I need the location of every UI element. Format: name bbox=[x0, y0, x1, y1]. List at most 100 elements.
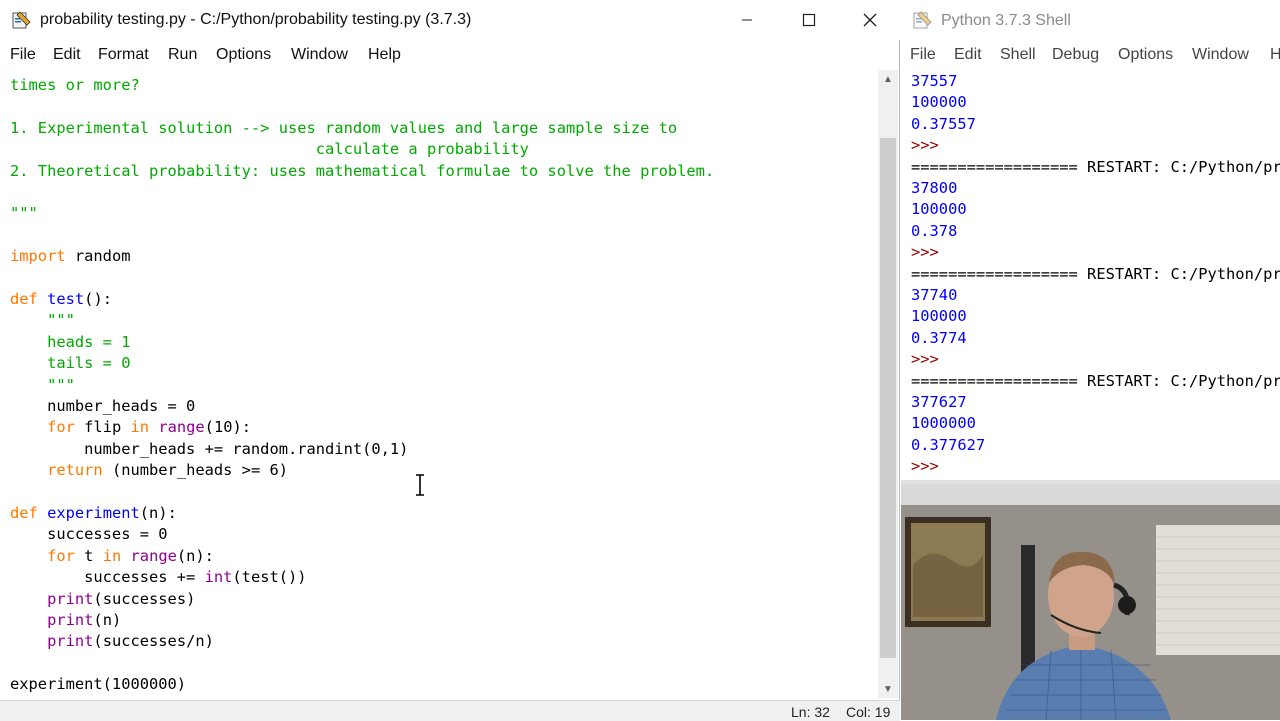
minimize-button[interactable] bbox=[724, 6, 770, 34]
code-line[interactable]: for flip in range(10): bbox=[10, 417, 251, 438]
code-editor[interactable]: times or more? 1. Experimental solution -… bbox=[0, 70, 876, 700]
code-line[interactable]: number_heads = 0 bbox=[10, 396, 195, 417]
shell-output-line: 1000000 bbox=[911, 414, 976, 433]
editor-title: probability testing.py - C:/Python/proba… bbox=[40, 11, 472, 28]
code-token: experiment bbox=[47, 504, 140, 522]
maximize-icon bbox=[802, 13, 816, 27]
code-line[interactable]: 1. Experimental solution --> uses random… bbox=[10, 118, 677, 139]
code-token: (successes/n) bbox=[93, 632, 214, 651]
code-line[interactable]: def experiment(n): bbox=[10, 503, 177, 524]
maximize-button[interactable] bbox=[786, 6, 832, 34]
shell-prompt: >>> bbox=[911, 136, 939, 155]
code-token: def bbox=[10, 290, 38, 308]
scroll-up-icon[interactable]: ▲ bbox=[878, 70, 898, 88]
shell-output-line: 100000 bbox=[911, 200, 967, 219]
code-line[interactable]: calculate a probability bbox=[10, 139, 529, 160]
code-token: in bbox=[102, 546, 122, 565]
close-button[interactable] bbox=[847, 6, 893, 34]
code-token: range bbox=[130, 546, 177, 565]
code-line[interactable]: def test(): bbox=[10, 289, 112, 310]
code-token: (): bbox=[84, 290, 112, 308]
shell-restart-line: ================== RESTART: C:/Python/pr… bbox=[911, 371, 1280, 390]
shell-menu-edit[interactable]: Edit bbox=[954, 46, 982, 64]
code-line[interactable]: times or more? bbox=[10, 75, 140, 96]
code-token: 2. Theoretical probability: uses mathema… bbox=[10, 161, 715, 180]
code-line[interactable]: print(successes) bbox=[10, 589, 195, 610]
scroll-thumb[interactable] bbox=[880, 138, 896, 658]
code-token: """ bbox=[47, 311, 75, 330]
shell-output-line: 37800 bbox=[911, 179, 958, 197]
code-token: successes = 0 bbox=[10, 525, 168, 544]
code-line[interactable]: """ bbox=[10, 310, 75, 331]
code-token: (n): bbox=[139, 504, 177, 522]
code-token: heads = 1 bbox=[47, 332, 131, 351]
code-line[interactable]: return (number_heads >= 6) bbox=[10, 460, 288, 481]
editor-scrollbar[interactable]: ▲ ▼ bbox=[878, 70, 898, 698]
shell-titlebar[interactable]: Python 3.7.3 Shell bbox=[901, 0, 1280, 40]
code-line[interactable]: heads = 1 bbox=[10, 332, 130, 353]
shell-output-line: 0.37557 bbox=[911, 114, 976, 133]
shell-output[interactable]: 37557 100000 0.37557 >>> ================== … bbox=[901, 70, 1280, 484]
code-token: number_heads += random.randint(0,1) bbox=[10, 439, 409, 458]
shell-menu-options[interactable]: Options bbox=[1118, 46, 1173, 64]
code-token: experiment(1000000) bbox=[10, 675, 187, 694]
code-token: 1. Experimental solution --> uses random… bbox=[10, 118, 678, 137]
code-token: t bbox=[74, 546, 103, 565]
shell-prompt: >>> bbox=[911, 243, 939, 262]
menu-help[interactable]: Help bbox=[368, 46, 401, 64]
code-line[interactable]: for t in range(n): bbox=[10, 546, 214, 567]
code-line[interactable]: experiment(1000000) bbox=[10, 674, 186, 695]
python-idle-icon bbox=[913, 11, 932, 29]
shell-menu-window[interactable]: Window bbox=[1192, 46, 1249, 64]
minimize-icon bbox=[742, 19, 752, 21]
shell-restart-line: ================== RESTART: C:/Python/pr… bbox=[911, 264, 1280, 283]
code-line[interactable]: """ bbox=[10, 203, 38, 224]
menu-run[interactable]: Run bbox=[168, 46, 197, 64]
shell-menu-shell[interactable]: Shell bbox=[1000, 46, 1036, 64]
code-line[interactable]: successes += int(test()) bbox=[10, 567, 307, 588]
code-token: """ bbox=[10, 204, 38, 223]
code-token: range bbox=[158, 418, 205, 437]
code-line[interactable]: """ bbox=[10, 375, 75, 396]
text-cursor-icon bbox=[416, 474, 424, 496]
menu-file[interactable]: File bbox=[10, 46, 36, 64]
menu-options[interactable]: Options bbox=[216, 46, 271, 64]
shell-title: Python 3.7.3 Shell bbox=[941, 12, 1071, 29]
code-line[interactable]: import random bbox=[10, 246, 130, 267]
menu-edit[interactable]: Edit bbox=[53, 46, 81, 64]
code-token: (number_heads >= 6) bbox=[102, 461, 289, 480]
code-token: times or more? bbox=[10, 76, 140, 94]
menu-window[interactable]: Window bbox=[291, 46, 348, 64]
code-token: tails = 0 bbox=[47, 354, 131, 373]
editor-titlebar[interactable]: probability testing.py - C:/Python/proba… bbox=[0, 0, 900, 40]
shell-output-line: 377627 bbox=[911, 393, 967, 411]
shell-menu-help[interactable]: Help bbox=[1270, 46, 1280, 64]
code-line[interactable]: number_heads += random.randint(0,1) bbox=[10, 439, 408, 460]
code-line[interactable]: print(n) bbox=[10, 610, 121, 631]
code-token: random bbox=[65, 247, 131, 266]
code-line[interactable]: tails = 0 bbox=[10, 353, 130, 374]
code-token: for bbox=[47, 546, 75, 565]
line-number: Ln: 32 bbox=[791, 704, 830, 720]
shell-prompt: >>> bbox=[911, 457, 939, 476]
code-line[interactable]: print(successes/n) bbox=[10, 631, 214, 652]
shell-output-line: 37557 bbox=[911, 72, 958, 90]
code-token: successes += bbox=[10, 568, 205, 587]
shell-output-line: 0.378 bbox=[911, 221, 958, 240]
code-line[interactable]: successes = 0 bbox=[10, 524, 168, 545]
shell-menu-debug[interactable]: Debug bbox=[1052, 46, 1099, 64]
code-line[interactable]: 2. Theoretical probability: uses mathema… bbox=[10, 161, 714, 182]
scroll-down-icon[interactable]: ▼ bbox=[878, 680, 898, 698]
python-idle-icon bbox=[12, 11, 31, 29]
code-token: (test()) bbox=[232, 568, 307, 587]
menu-format[interactable]: Format bbox=[98, 46, 149, 64]
shell-window: Python 3.7.3 Shell File Edit Shell Debug… bbox=[901, 0, 1280, 484]
code-token: in bbox=[130, 418, 150, 437]
shell-menu-file[interactable]: File bbox=[910, 46, 936, 64]
shell-menubar: File Edit Shell Debug Options Window Hel… bbox=[901, 40, 1280, 68]
